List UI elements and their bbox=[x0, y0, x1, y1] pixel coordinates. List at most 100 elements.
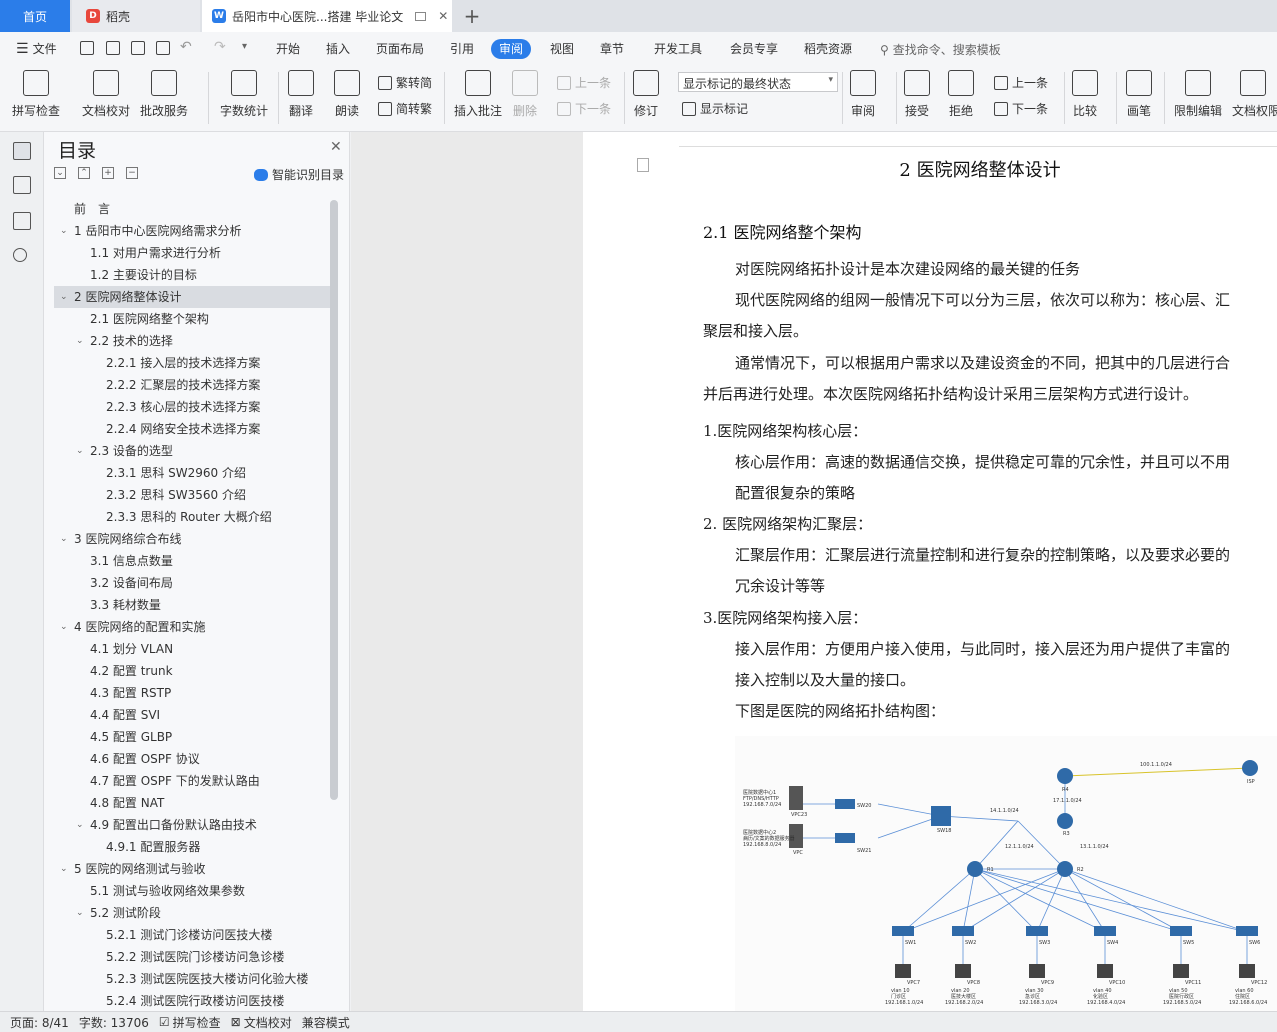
next-comment-button[interactable]: 下一条 bbox=[557, 100, 611, 117]
chevron-down-icon[interactable]: ⌄ bbox=[60, 528, 68, 550]
menu-item-5[interactable]: 视图 bbox=[542, 39, 582, 59]
markup-state-select[interactable]: 显示标记的最终状态 ▾ bbox=[678, 72, 838, 92]
toc-scrollbar[interactable] bbox=[330, 200, 338, 800]
save-icon[interactable] bbox=[80, 41, 94, 55]
menu-item-6[interactable]: 章节 bbox=[592, 39, 632, 59]
delete-comment-button[interactable]: 删除 bbox=[512, 70, 538, 119]
toc-panel-icon[interactable] bbox=[13, 142, 31, 160]
toc-item[interactable]: 4.1 划分 VLAN bbox=[54, 638, 330, 660]
doc-proof-button[interactable]: 文档校对 bbox=[82, 70, 130, 119]
toc-item[interactable]: ⌄ 3 医院网络综合布线 bbox=[54, 528, 330, 550]
toc-item[interactable]: 3.3 耗材数量 bbox=[54, 594, 330, 616]
prev-change-button[interactable]: 上一条 bbox=[994, 74, 1048, 91]
chevron-down-icon[interactable]: ⌄ bbox=[60, 616, 68, 638]
toc-item[interactable]: 2.3.1 思科 SW2960 介绍 bbox=[54, 462, 330, 484]
menu-item-8[interactable]: 会员专享 bbox=[722, 39, 786, 59]
read-aloud-button[interactable]: 朗读 bbox=[334, 70, 360, 119]
toc-item[interactable]: 4.6 配置 OSPF 协议 bbox=[54, 748, 330, 770]
word-count-button[interactable]: 字数统计 bbox=[220, 70, 268, 119]
new-tab-button[interactable]: + bbox=[458, 0, 486, 32]
chapter-nav-icon[interactable] bbox=[13, 176, 31, 194]
status-doc-proof[interactable]: ⊠ 文档校对 bbox=[231, 1014, 292, 1031]
undo-icon[interactable]: ↶ bbox=[180, 39, 192, 55]
toc-item[interactable]: 4.3 配置 RSTP bbox=[54, 682, 330, 704]
translate-button[interactable]: 翻译 bbox=[288, 70, 314, 119]
remove-heading-icon[interactable]: − bbox=[126, 167, 138, 179]
simplified-to-traditional-button[interactable]: 简转繁 bbox=[378, 100, 432, 117]
toc-item[interactable]: 2.2.3 核心层的技术选择方案 bbox=[54, 396, 330, 418]
chevron-down-icon[interactable]: ⌄ bbox=[76, 330, 84, 352]
toc-item[interactable]: 5.2.3 测试医院医技大楼访问化验大楼 bbox=[54, 968, 330, 990]
page-indicator[interactable]: 页面: 8/41 bbox=[10, 1014, 69, 1031]
toc-item[interactable]: ⌄ 5 医院的网络测试与验收 bbox=[54, 858, 330, 880]
file-menu[interactable]: ☰ 文件 bbox=[8, 39, 65, 59]
compare-button[interactable]: 比较 bbox=[1072, 70, 1098, 119]
toc-item[interactable]: 4.4 配置 SVI bbox=[54, 704, 330, 726]
quick-access-dropdown-icon[interactable]: ▾ bbox=[242, 41, 247, 52]
toc-item[interactable]: 2.2.4 网络安全技术选择方案 bbox=[54, 418, 330, 440]
toc-item[interactable]: 5.2.4 测试医院行政楼访问医技楼 bbox=[54, 990, 330, 1011]
smart-toc-button[interactable]: 智能识别目录 bbox=[254, 166, 344, 183]
review-pane-button[interactable]: 审阅 bbox=[850, 70, 876, 119]
toc-item[interactable]: 1.1 对用户需求进行分析 bbox=[54, 242, 330, 264]
insert-comment-button[interactable]: 插入批注 bbox=[454, 70, 502, 119]
toc-item[interactable]: ⌄ 5.2 测试阶段 bbox=[54, 902, 330, 924]
bookmark-icon[interactable] bbox=[13, 212, 31, 230]
network-topology-figure[interactable]: 100.1.1.0/24 R4 ISP 17.1.1.0/24 14.1.1.0… bbox=[735, 736, 1277, 1011]
expand-up-icon[interactable]: ⌃ bbox=[78, 167, 90, 179]
restrict-editing-button[interactable]: 限制编辑 bbox=[1174, 70, 1222, 119]
window-icon[interactable] bbox=[415, 11, 427, 21]
toc-item[interactable]: ⌄ 4.9 配置出口备份默认路由技术 bbox=[54, 814, 330, 836]
pen-button[interactable]: 画笔 bbox=[1126, 70, 1152, 119]
menu-item-7[interactable]: 开发工具 bbox=[646, 39, 710, 59]
chevron-down-icon[interactable]: ⌄ bbox=[76, 814, 84, 836]
chevron-down-icon[interactable]: ⌄ bbox=[76, 440, 84, 462]
toc-item[interactable]: 前 言 bbox=[54, 198, 330, 220]
menu-item-9[interactable]: 稻壳资源 bbox=[796, 39, 860, 59]
traditional-to-simplified-button[interactable]: 繁转简 bbox=[378, 74, 432, 91]
menu-item-4[interactable]: 审阅 bbox=[491, 39, 532, 59]
redo-icon[interactable]: ↷ bbox=[214, 39, 226, 55]
find-icon[interactable] bbox=[13, 248, 27, 262]
menu-item-3[interactable]: 引用 bbox=[442, 39, 482, 59]
prev-comment-button[interactable]: 上一条 bbox=[557, 74, 611, 91]
close-tab-icon[interactable]: ✕ bbox=[438, 9, 448, 23]
tab-document[interactable]: W 岳阳市中心医院...搭建 毕业论文 ✕ bbox=[202, 0, 452, 32]
show-markup-button[interactable]: 显示标记 bbox=[682, 100, 748, 117]
toc-item[interactable]: ⌄ 1 岳阳市中心医院网络需求分析 bbox=[54, 220, 330, 242]
chevron-down-icon[interactable]: ⌄ bbox=[76, 902, 84, 924]
toc-item[interactable]: 5.2.1 测试门诊楼访问医技大楼 bbox=[54, 924, 330, 946]
menu-item-1[interactable]: 插入 bbox=[318, 39, 358, 59]
toc-item[interactable]: 5.2.2 测试医院门诊楼访问急诊楼 bbox=[54, 946, 330, 968]
status-spell-check[interactable]: ☑ 拼写检查 bbox=[159, 1014, 221, 1031]
chevron-down-icon[interactable]: ⌄ bbox=[60, 286, 68, 308]
accept-button[interactable]: 接受 bbox=[904, 70, 930, 119]
menu-item-0[interactable]: 开始 bbox=[268, 39, 308, 59]
toc-item[interactable]: 4.7 配置 OSPF 下的发默认路由 bbox=[54, 770, 330, 792]
chevron-down-icon[interactable]: ⌄ bbox=[60, 858, 68, 880]
toc-item[interactable]: 2.3.2 思科 SW3560 介绍 bbox=[54, 484, 330, 506]
doc-permission-button[interactable]: 文档权限 bbox=[1232, 70, 1277, 119]
toc-item[interactable]: 2.1 医院网络整个架构 bbox=[54, 308, 330, 330]
toc-item[interactable]: 3.1 信息点数量 bbox=[54, 550, 330, 572]
spell-check-button[interactable]: 拼写检查 bbox=[12, 70, 60, 119]
next-change-button[interactable]: 下一条 bbox=[994, 100, 1048, 117]
tab-home[interactable]: 首页 bbox=[0, 0, 70, 32]
chevron-down-icon[interactable]: ⌄ bbox=[60, 220, 68, 242]
print-preview-icon[interactable] bbox=[156, 41, 170, 55]
add-heading-icon[interactable]: + bbox=[102, 167, 114, 179]
toc-item[interactable]: ⌄ 2.2 技术的选择 bbox=[54, 330, 330, 352]
toc-item[interactable]: 3.2 设备间布局 bbox=[54, 572, 330, 594]
toc-item[interactable]: ⌄ 2 医院网络整体设计 bbox=[54, 286, 330, 308]
toc-item[interactable]: 2.3.3 思科的 Router 大概介绍 bbox=[54, 506, 330, 528]
export-pdf-icon[interactable] bbox=[106, 41, 120, 55]
print-icon[interactable] bbox=[131, 41, 145, 55]
toc-item[interactable]: 4.8 配置 NAT bbox=[54, 792, 330, 814]
menu-item-2[interactable]: 页面布局 bbox=[368, 39, 432, 59]
reject-button[interactable]: 拒绝 bbox=[948, 70, 974, 119]
track-changes-button[interactable]: 修订 bbox=[633, 70, 659, 119]
close-icon[interactable]: ✕ bbox=[330, 139, 342, 155]
toc-item[interactable]: 2.2.2 汇聚层的技术选择方案 bbox=[54, 374, 330, 396]
toc-item[interactable]: 4.5 配置 GLBP bbox=[54, 726, 330, 748]
toc-item[interactable]: ⌄ 2.3 设备的选型 bbox=[54, 440, 330, 462]
